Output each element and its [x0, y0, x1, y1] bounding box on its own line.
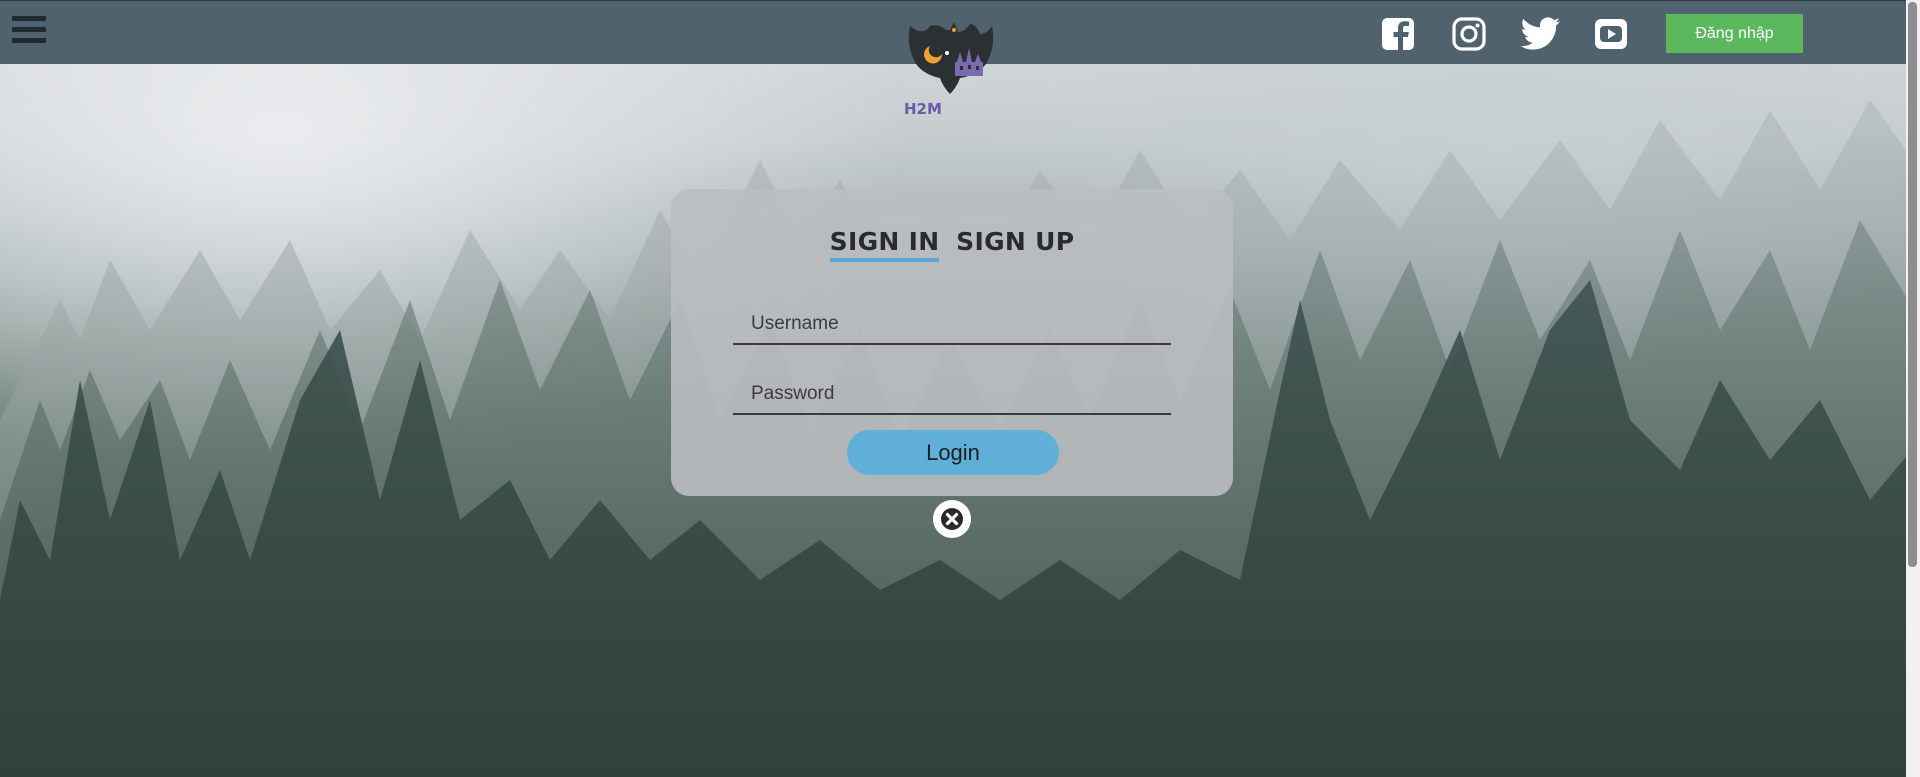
login-submit-button[interactable]: Login: [847, 430, 1059, 475]
tab-sign-in[interactable]: SIGN IN: [829, 227, 940, 262]
tab-sign-up[interactable]: SIGN UP: [956, 227, 1074, 258]
password-input[interactable]: [733, 375, 1171, 415]
header-login-button[interactable]: Đăng nhập: [1666, 14, 1803, 53]
twitter-icon[interactable]: [1521, 16, 1561, 52]
vertical-scrollbar[interactable]: [1906, 0, 1920, 777]
hamburger-line: [12, 27, 46, 32]
youtube-icon[interactable]: [1593, 16, 1629, 52]
hamburger-line: [12, 16, 46, 21]
auth-tabs: SIGN IN SIGN UP: [671, 227, 1233, 262]
h2m-bat-logo[interactable]: H2M: [900, 18, 1010, 118]
hamburger-line: [12, 38, 46, 43]
login-card: SIGN IN SIGN UP Login: [671, 189, 1233, 496]
hamburger-menu-icon[interactable]: [12, 16, 46, 50]
scrollbar-thumb[interactable]: [1908, 2, 1917, 567]
close-icon[interactable]: [933, 500, 971, 538]
username-input[interactable]: [733, 305, 1171, 345]
logo-text: H2M: [904, 100, 942, 118]
facebook-icon[interactable]: [1380, 16, 1416, 52]
instagram-icon[interactable]: [1451, 16, 1487, 52]
